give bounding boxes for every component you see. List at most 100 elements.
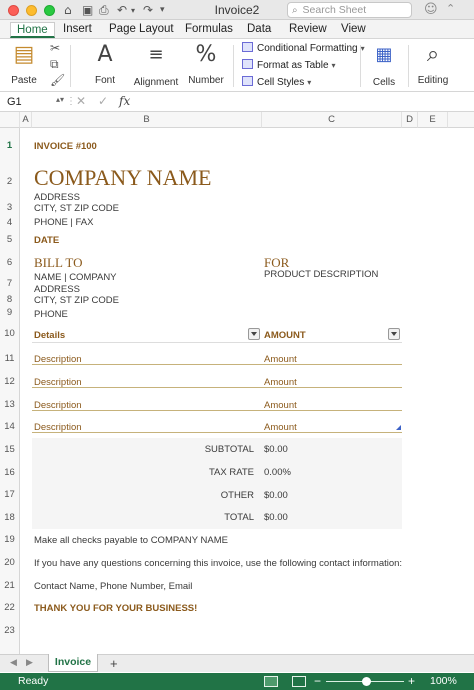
row-header[interactable]: 6 [0,250,20,275]
cancel-icon[interactable]: ✕ [76,94,86,108]
column-header-b[interactable]: B [32,112,262,128]
row-header[interactable]: 1 [0,128,20,164]
company-city[interactable]: CITY, ST ZIP CODE [34,203,119,214]
zoom-level[interactable]: 100% [430,675,457,687]
editing-button[interactable]: ⌕ Editing [416,43,450,87]
amount-filter-dropdown[interactable] [388,328,400,340]
row-header[interactable]: 13 [0,393,20,416]
column-header-a[interactable]: A [20,112,32,128]
product-description[interactable]: PRODUCT DESCRIPTION [264,269,378,280]
feedback-smiley-icon[interactable]: ☺ [424,2,438,17]
row-header[interactable]: 9 [0,306,20,320]
row-header[interactable]: 2 [0,164,20,200]
company-name[interactable]: COMPANY NAME [34,165,211,191]
other-value[interactable]: $0.00 [264,490,288,501]
row-header[interactable]: 15 [0,438,20,461]
bill-phone[interactable]: PHONE [34,309,68,320]
row-header[interactable]: 18 [0,506,20,529]
total-label[interactable]: TOTAL [200,512,254,523]
subtotal-value[interactable]: $0.00 [264,444,288,455]
alignment-button[interactable]: ≡ Alignment [133,43,179,88]
format-painter-icon[interactable]: 🖌 [50,73,65,87]
tab-page-layout[interactable]: Page Layout [103,22,180,38]
row-header[interactable] [0,642,20,654]
tax-rate-label[interactable]: TAX RATE [200,467,254,478]
tab-formulas[interactable]: Formulas [179,22,239,38]
row-header[interactable]: 11 [0,348,20,370]
font-icon: A [97,42,113,67]
zoom-slider-knob[interactable] [362,677,371,686]
invoice-date[interactable]: DATE [34,235,59,246]
cell-styles-button[interactable]: Cell Styles ▾ [242,76,311,88]
row-header[interactable]: 21 [0,574,20,597]
tab-review[interactable]: Review [283,22,333,38]
tab-data[interactable]: Data [241,22,277,38]
enter-icon[interactable]: ✓ [98,94,108,108]
ribbon-separator [233,45,234,87]
zoom-out-icon[interactable]: − [314,674,321,688]
copy-icon[interactable]: ⧉ [50,57,59,72]
font-button[interactable]: A Font [88,42,122,87]
column-header-c[interactable]: C [262,112,402,128]
tab-view[interactable]: View [335,22,372,38]
contact-note[interactable]: Contact Name, Phone Number, Email [34,581,192,592]
invoice-number[interactable]: INVOICE #100 [34,141,97,152]
bill-city[interactable]: CITY, ST ZIP CODE [34,295,119,306]
sheet-tab-invoice[interactable]: Invoice [48,654,98,672]
cells-button[interactable]: ▦ Cells [368,43,400,88]
row-header[interactable]: 17 [0,484,20,506]
bill-to-heading[interactable]: BILL TO [34,255,83,271]
row-header[interactable]: 23 [0,619,20,642]
company-address[interactable]: ADDRESS [34,192,80,203]
thank-you-note[interactable]: THANK YOU FOR YOUR BUSINESS! [34,603,197,614]
name-box[interactable]: G1 [4,94,62,110]
next-sheet-icon[interactable]: ▶ [26,658,33,668]
cut-icon[interactable]: ✂ [50,41,60,55]
paste-button[interactable]: ▤ Paste [10,43,38,87]
questions-note[interactable]: If you have any questions concerning thi… [34,558,402,569]
row-header[interactable]: 20 [0,551,20,574]
row-header[interactable]: 7 [0,275,20,293]
page-layout-view-icon[interactable] [292,676,306,687]
row-header[interactable]: 3 [0,200,20,215]
row-header[interactable]: 4 [0,215,20,230]
select-all-corner[interactable] [0,112,20,128]
row-header[interactable]: 19 [0,529,20,551]
row-header[interactable]: 8 [0,293,20,306]
format-as-table-button[interactable]: Format as Table ▾ [242,59,336,71]
amount-header[interactable]: AMOUNT [264,330,306,341]
column-header-f[interactable] [448,112,474,128]
search-sheet-input[interactable]: ⌕ Search Sheet [287,2,412,18]
conditional-formatting-button[interactable]: Conditional Formatting ▾ [242,42,365,54]
row-header[interactable]: 16 [0,461,20,484]
add-sheet-icon[interactable]: + [110,656,118,671]
table-resize-handle[interactable] [396,425,401,430]
bill-address[interactable]: ADDRESS [34,284,80,295]
details-header[interactable]: Details [34,330,65,341]
previous-sheet-icon[interactable]: ◀ [10,658,17,668]
insert-function-icon[interactable]: fx [119,94,130,108]
row-header[interactable]: 14 [0,416,20,438]
zoom-in-icon[interactable]: + [408,674,415,688]
column-header-e[interactable]: E [418,112,448,128]
row-header[interactable]: 22 [0,597,20,619]
column-header-d[interactable]: D [402,112,418,128]
tab-home[interactable]: Home [10,22,55,38]
row-header[interactable]: 10 [0,320,20,348]
other-label[interactable]: OTHER [200,490,254,501]
tax-rate-value[interactable]: 0.00% [264,467,291,478]
ribbon-collapse-icon[interactable]: ⌃ [446,2,455,15]
tab-insert[interactable]: Insert [57,22,98,38]
name-box-dropdown-icon[interactable]: ▴▾ [56,95,64,104]
checks-note[interactable]: Make all checks payable to COMPANY NAME [34,535,228,546]
company-phone-fax[interactable]: PHONE | FAX [34,217,93,228]
subtotal-label[interactable]: SUBTOTAL [200,444,254,455]
cells-icon: ▦ [375,44,393,65]
bill-name-company[interactable]: NAME | COMPANY [34,272,117,283]
details-filter-dropdown[interactable] [248,328,260,340]
normal-view-icon[interactable] [264,676,278,687]
row-header[interactable]: 12 [0,370,20,393]
total-value[interactable]: $0.00 [264,512,288,523]
number-button[interactable]: % Number [188,43,224,87]
row-header[interactable]: 5 [0,230,20,250]
